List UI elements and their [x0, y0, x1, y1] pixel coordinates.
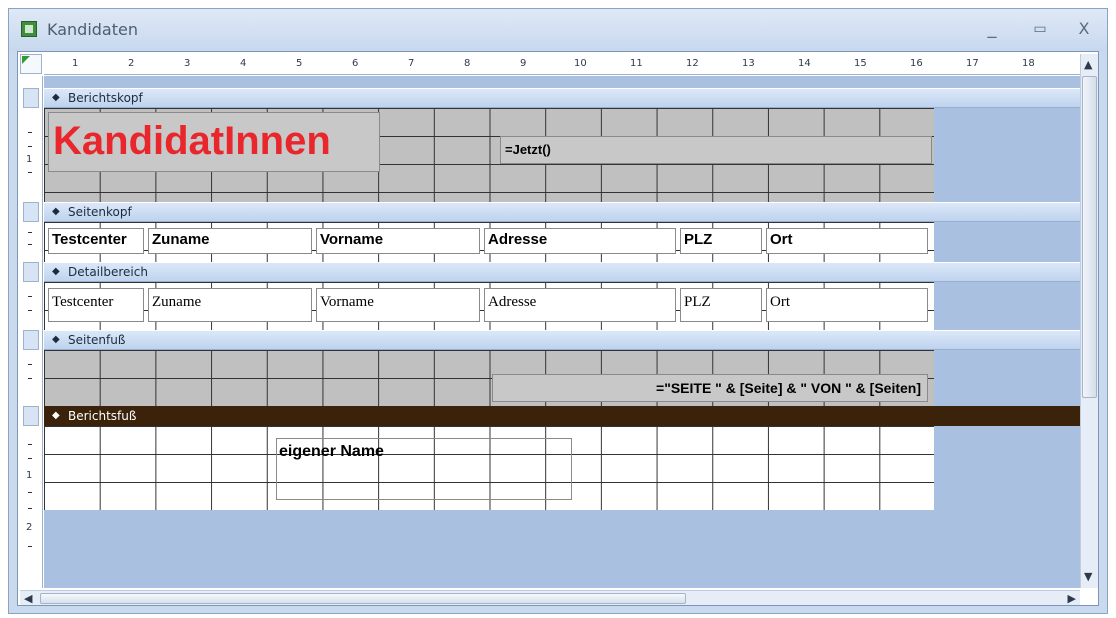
- ruler-tick: [28, 378, 32, 379]
- band-report-footer[interactable]: ◆ Berichtsfuß: [44, 406, 1080, 426]
- report-title-label[interactable]: KandidatInnen: [48, 112, 380, 172]
- band-label: Seitenfuß: [68, 333, 126, 347]
- section-arrow-icon: ◆: [52, 266, 60, 277]
- band-page-footer[interactable]: ◆ Seitenfuß: [44, 330, 1080, 350]
- ruler-num: 11: [630, 58, 643, 69]
- ruler-num: 1: [26, 470, 33, 481]
- ruler-tick: [28, 172, 32, 173]
- ruler-tick: [28, 508, 32, 509]
- ruler-tick: [28, 132, 32, 133]
- ruler-num: 17: [966, 58, 979, 69]
- report-selector[interactable]: [20, 54, 42, 74]
- header-field[interactable]: PLZ: [680, 228, 762, 254]
- own-name-label[interactable]: eigener Name: [276, 438, 572, 500]
- design-area: 1 2 3 4 5 6 7 8 9 10 11 12 13 14 15 16 1…: [17, 51, 1099, 606]
- band-page-header[interactable]: ◆ Seitenkopf: [44, 202, 1080, 222]
- vertical-scrollbar[interactable]: ▲ ▼: [1080, 54, 1098, 588]
- ruler-num: 7: [408, 58, 415, 69]
- ruler-num: 6: [352, 58, 359, 69]
- report-canvas: ◆ Berichtskopf KandidatInnen =Jetzt() ◆ …: [44, 76, 1080, 588]
- detail-field[interactable]: Ort: [766, 288, 928, 322]
- ruler-num: 14: [798, 58, 811, 69]
- section-arrow-icon: ◆: [52, 334, 60, 345]
- page-number-field[interactable]: ="SEITE " & [Seite] & " VON " & [Seiten]: [492, 374, 928, 402]
- section-arrow-icon: ◆: [52, 206, 60, 217]
- band-label: Berichtskopf: [68, 91, 143, 105]
- vertical-ruler: 1 1 2: [20, 76, 43, 588]
- detail-field[interactable]: Testcenter: [48, 288, 144, 322]
- scroll-right-icon[interactable]: ▶: [1068, 592, 1076, 605]
- band-label: Seitenkopf: [68, 205, 132, 219]
- ruler-num: 8: [464, 58, 471, 69]
- ruler-tick: [28, 364, 32, 365]
- section-selector[interactable]: [23, 330, 39, 350]
- ruler-num: 15: [854, 58, 867, 69]
- band-label: Berichtsfuß: [68, 409, 137, 423]
- ruler-tick: [28, 546, 32, 547]
- title-bar[interactable]: Kandidaten _ ▭ X: [9, 9, 1107, 51]
- ruler-tick: [28, 310, 32, 311]
- ruler-num: 3: [184, 58, 191, 69]
- report-design-window: Kandidaten _ ▭ X 1 2 3 4 5 6 7 8 9 10 11…: [8, 8, 1108, 614]
- band-detail[interactable]: ◆ Detailbereich: [44, 262, 1080, 282]
- ruler-num: 4: [240, 58, 247, 69]
- detail-field[interactable]: Adresse: [484, 288, 676, 322]
- ruler-num: 13: [742, 58, 755, 69]
- section-selector[interactable]: [23, 88, 39, 108]
- ruler-tick: [28, 444, 32, 445]
- section-selector[interactable]: [23, 406, 39, 426]
- section-arrow-icon: ◆: [52, 410, 60, 421]
- report-icon: [21, 21, 37, 37]
- header-field[interactable]: Testcenter: [48, 228, 144, 254]
- detail-section[interactable]: Testcenter Zuname Vorname Adresse PLZ Or…: [44, 282, 934, 330]
- ruler-num: 10: [574, 58, 587, 69]
- horizontal-ruler: 1 2 3 4 5 6 7 8 9 10 11 12 13 14 15 16 1…: [44, 54, 1080, 75]
- window-title: Kandidaten: [47, 20, 138, 39]
- ruler-num: 9: [520, 58, 527, 69]
- ruler-num: 2: [128, 58, 135, 69]
- ruler-tick: [28, 492, 32, 493]
- ruler-num: 5: [296, 58, 303, 69]
- minimize-button[interactable]: _: [977, 17, 1007, 41]
- ruler-num: 16: [910, 58, 923, 69]
- scroll-down-icon[interactable]: ▼: [1084, 570, 1092, 583]
- detail-field[interactable]: PLZ: [680, 288, 762, 322]
- detail-field[interactable]: Vorname: [316, 288, 480, 322]
- header-field[interactable]: Adresse: [484, 228, 676, 254]
- page-header-section[interactable]: Testcenter Zuname Vorname Adresse PLZ Or…: [44, 222, 934, 262]
- horizontal-scroll-thumb[interactable]: [40, 593, 686, 604]
- header-field[interactable]: Ort: [766, 228, 928, 254]
- ruler-tick: [28, 458, 32, 459]
- scroll-left-icon[interactable]: ◀: [24, 592, 32, 605]
- scroll-up-icon[interactable]: ▲: [1084, 58, 1092, 71]
- detail-field[interactable]: Zuname: [148, 288, 312, 322]
- header-field[interactable]: Zuname: [148, 228, 312, 254]
- report-footer-section[interactable]: eigener Name: [44, 426, 934, 510]
- close-button[interactable]: X: [1069, 17, 1099, 41]
- ruler-tick: [28, 244, 32, 245]
- section-selector[interactable]: [23, 262, 39, 282]
- ruler-tick: [28, 146, 32, 147]
- section-selector[interactable]: [23, 202, 39, 222]
- ruler-tick: [28, 232, 32, 233]
- header-field[interactable]: Vorname: [316, 228, 480, 254]
- band-label: Detailbereich: [68, 265, 148, 279]
- report-header-section[interactable]: KandidatInnen =Jetzt(): [44, 108, 934, 202]
- page-footer-section[interactable]: ="SEITE " & [Seite] & " VON " & [Seiten]: [44, 350, 934, 406]
- ruler-num: 1: [72, 58, 79, 69]
- ruler-num: 1: [26, 154, 33, 165]
- maximize-button[interactable]: ▭: [1025, 17, 1055, 41]
- ruler-num: 2: [26, 522, 33, 533]
- band-report-header[interactable]: ◆ Berichtskopf: [44, 88, 1080, 108]
- vertical-scroll-thumb[interactable]: [1082, 76, 1097, 398]
- section-arrow-icon: ◆: [52, 92, 60, 103]
- ruler-tick: [28, 296, 32, 297]
- date-now-field[interactable]: =Jetzt(): [500, 136, 932, 164]
- horizontal-scrollbar[interactable]: ◀ ▶: [20, 590, 1080, 605]
- ruler-num: 12: [686, 58, 699, 69]
- ruler-num: 18: [1022, 58, 1035, 69]
